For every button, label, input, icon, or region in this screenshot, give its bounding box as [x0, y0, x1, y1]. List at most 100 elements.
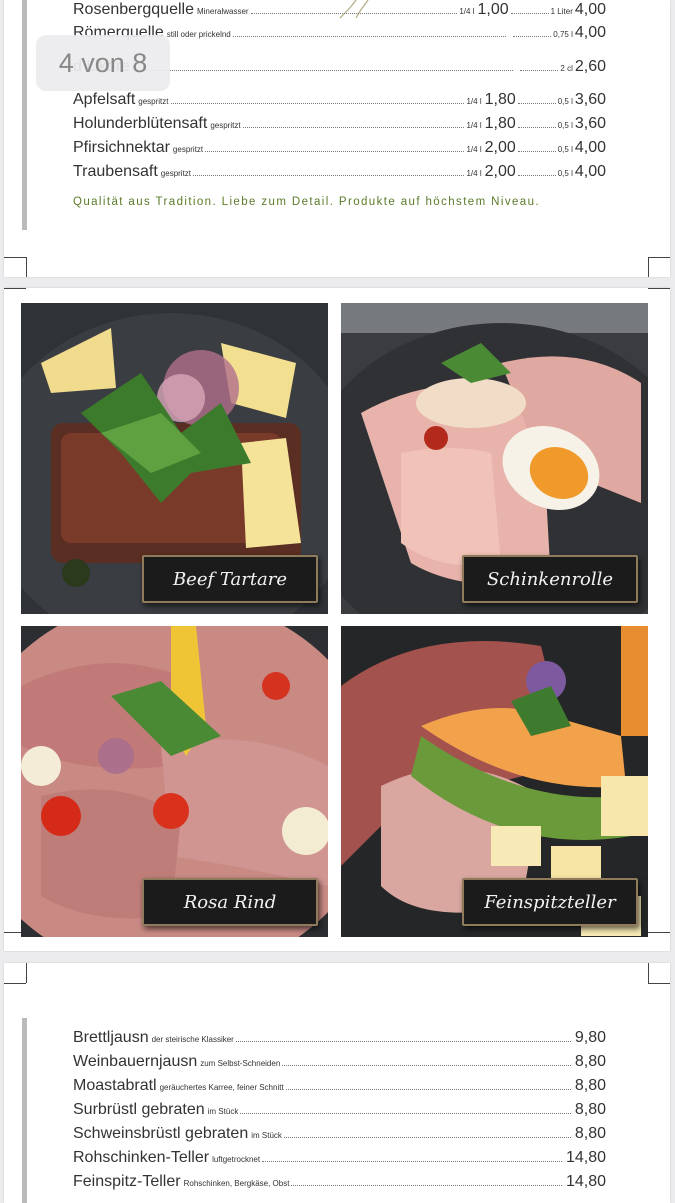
food-row: Rohschinken-Teller luftgetrocknet 14,80	[73, 1149, 606, 1171]
drink-large-price: 3,60	[574, 115, 606, 132]
leader-dots	[262, 1161, 562, 1162]
leader-dots	[517, 175, 556, 176]
drink-row: Holunderblütensaft gespritzt 1/4 l 1,80 0,5 …	[73, 115, 606, 137]
food-name: Brettljausn	[73, 1029, 149, 1046]
drink-small-price: 1,80	[484, 115, 516, 132]
drink-description: gespritzt	[172, 145, 204, 154]
food-price: 8,80	[574, 1053, 606, 1070]
food-row: Surbrüstl gebraten im Stück 8,80	[73, 1101, 606, 1123]
crop-mark	[26, 257, 27, 277]
food-price: 14,80	[565, 1149, 606, 1166]
drink-name: Rosenbergquelle	[73, 1, 194, 18]
crop-mark	[648, 257, 649, 277]
leader-dots	[520, 70, 559, 71]
drink-small-unit: 1/4 l	[466, 169, 482, 178]
page-edge	[22, 1018, 27, 1203]
food-name: Surbrüstl gebraten	[73, 1101, 205, 1118]
food-description: der steirische Klassiker	[151, 1035, 234, 1044]
dish-label-board: Beef Tartare	[142, 555, 318, 603]
photo-schinkenrolle: Schinkenrolle	[341, 303, 648, 614]
leader-dots	[510, 13, 549, 14]
drink-large-price: 4,00	[574, 24, 606, 41]
drink-row: Traubensaft gespritzt 1/4 l 2,00 0,5 l 4,00	[73, 163, 606, 185]
drink-large-price: 2,60	[574, 58, 606, 75]
drink-large-unit: 0,5 l	[557, 145, 573, 154]
food-name: Rohschinken-Teller	[73, 1149, 210, 1166]
food-price: 8,80	[574, 1077, 606, 1094]
drink-large-unit: 0,5 l	[557, 121, 573, 130]
leader-dots	[193, 175, 465, 176]
drink-row: Apfelsaft gespritzt 1/4 l 1,80 0,5 l 3,60	[73, 91, 606, 113]
page-edge	[22, 0, 27, 230]
food-price: 14,80	[565, 1173, 606, 1190]
food-row: Weinbauernjausn zum Selbst-Schneiden 8,80	[73, 1053, 606, 1075]
drink-large-unit: 0,75 l	[553, 30, 573, 39]
drink-row: Pfirsichnektar gespritzt 1/4 l 2,00 0,5 l 4,0…	[73, 139, 606, 161]
drink-description: still oder prickelnd	[166, 30, 231, 39]
leader-dots	[282, 1065, 571, 1066]
leader-dots	[283, 1137, 571, 1138]
drink-name: Holunderblütensaft	[73, 115, 208, 132]
leader-dots	[517, 151, 556, 152]
drink-small-unit: 1/4 l	[466, 121, 482, 130]
food-row: Moastabratl geräuchertes Karree, feiner S…	[73, 1077, 606, 1099]
drink-small-unit: 1/4 l	[466, 145, 482, 154]
food-name: Schweinsbrüstl gebraten	[73, 1125, 249, 1142]
leader-dots	[134, 70, 514, 71]
leader-dots	[285, 1089, 571, 1090]
leader-dots	[235, 1041, 571, 1042]
dish-label-board: Feinspitzteller	[462, 878, 638, 926]
drink-large-price: 4,00	[574, 139, 606, 156]
food-name: Feinspitz-Teller	[73, 1173, 181, 1190]
drink-large-unit: 2 cl	[560, 64, 573, 73]
leader-dots	[232, 36, 507, 37]
drink-small-unit: 1/4 l	[466, 97, 482, 106]
crop-mark	[648, 932, 670, 933]
drink-large-unit: 0,5 l	[557, 169, 573, 178]
drink-description: Mineralwasser	[196, 7, 249, 16]
food-description: luftgetrocknet	[212, 1155, 261, 1164]
food-row: Feinspitz-Teller Rohschinken, Bergkäse, O…	[73, 1173, 606, 1195]
crop-mark	[26, 963, 27, 983]
drink-large-price: 4,00	[574, 1, 606, 18]
crop-mark	[648, 983, 670, 984]
food-price: 8,80	[574, 1101, 606, 1118]
crop-mark	[648, 257, 670, 258]
leader-dots	[517, 127, 556, 128]
food-description: geräuchertes Karree, feiner Schnitt	[159, 1083, 284, 1092]
drink-description: gespritzt	[138, 97, 169, 106]
leader-dots	[291, 1185, 562, 1186]
food-description: Rohschinken, Bergkäse, Obst	[183, 1179, 290, 1188]
tagline: Qualität aus Tradition. Liebe zum Detail…	[73, 196, 540, 208]
crop-mark	[4, 257, 26, 258]
drink-small-price: 2,00	[484, 163, 516, 180]
food-name: Weinbauernjausn	[73, 1053, 198, 1070]
page-indicator-badge: 4 von 8	[36, 35, 170, 91]
leader-dots	[205, 151, 465, 152]
food-price: 9,80	[574, 1029, 606, 1046]
leader-dots	[240, 1113, 571, 1114]
drink-description: gespritzt	[210, 121, 241, 130]
dish-label-board: Schinkenrolle	[462, 555, 638, 603]
drink-name: Pfirsichnektar	[73, 139, 170, 156]
drink-large-unit: 0,5 l	[557, 97, 573, 106]
food-row: Schweinsbrüstl gebraten im Stück 8,80	[73, 1125, 606, 1147]
crop-mark	[4, 983, 26, 984]
drink-small-price: 1,00	[477, 1, 509, 18]
crop-mark	[648, 288, 670, 289]
food-description: zum Selbst-Schneiden	[200, 1059, 281, 1068]
drink-small-unit: 1/4 l	[459, 7, 475, 16]
crop-mark	[4, 288, 26, 289]
drink-large-price: 3,60	[574, 91, 606, 108]
drink-large-unit: 1 Liter	[550, 7, 573, 16]
drink-small-price: 1,80	[484, 91, 516, 108]
drink-name: Apfelsaft	[73, 91, 136, 108]
food-description: im Stück	[251, 1131, 282, 1140]
drink-large-price: 4,00	[574, 163, 606, 180]
leader-dots	[517, 103, 556, 104]
drink-description: gespritzt	[160, 169, 192, 178]
leader-dots	[250, 13, 458, 14]
photo-feinspitzteller: Feinspitzteller	[341, 626, 648, 937]
drink-row: Rosenbergquelle Mineralwasser 1/4 l 1,00 1 L…	[73, 1, 606, 23]
leader-dots	[242, 127, 465, 128]
